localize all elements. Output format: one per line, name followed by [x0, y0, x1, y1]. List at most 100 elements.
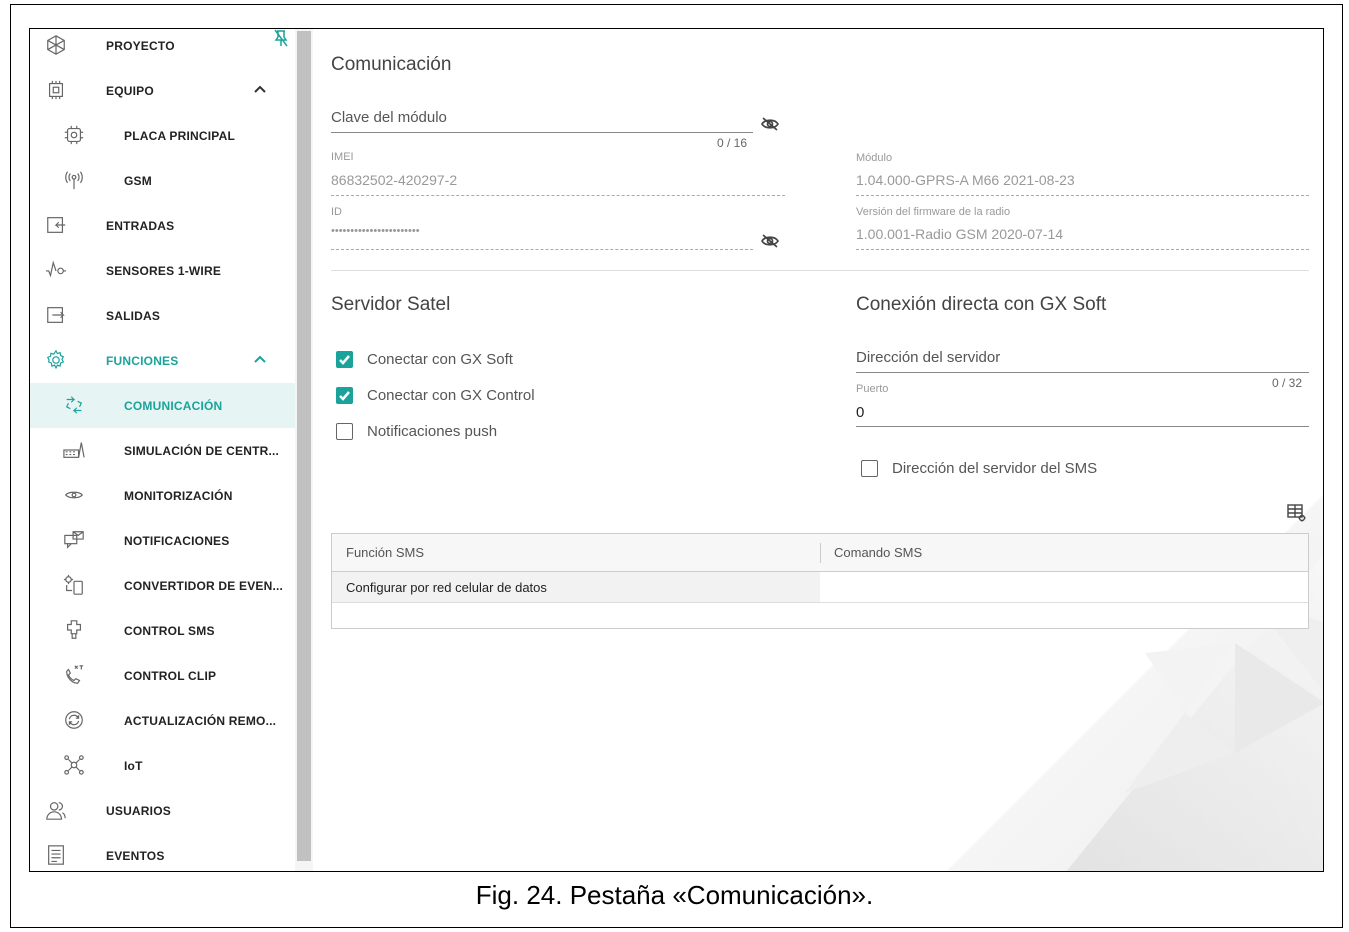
- sidebar-item-funciones[interactable]: FUNCIONES: [30, 338, 295, 383]
- module-key-input[interactable]: Clave del módulo: [331, 109, 447, 126]
- board-icon: [62, 123, 86, 147]
- users-icon: [44, 798, 68, 822]
- sidebar-scrollbar[interactable]: [295, 29, 313, 871]
- sidebar-item-label: GSM: [124, 173, 152, 188]
- table-row[interactable]: Configurar por red celular de datos: [332, 572, 1308, 603]
- id-label: ID: [331, 206, 342, 218]
- sms-icon: [62, 618, 86, 642]
- modulo-value: 1.04.000-GPRS-A M66 2021-08-23: [856, 172, 1075, 188]
- port-underline: [856, 426, 1309, 427]
- module-key-underline: [331, 132, 753, 133]
- column-separator[interactable]: [820, 543, 821, 563]
- sidebar-item-actualizacion[interactable]: ACTUALIZACIÓN REMO...: [30, 698, 295, 743]
- sidebar-item-salidas[interactable]: SALIDAS: [30, 293, 295, 338]
- checkbox-unchecked-icon[interactable]: [861, 460, 878, 477]
- firmware-label: Versión del firmware de la radio: [856, 206, 1011, 218]
- push-notifications-checkbox[interactable]: Notificaciones push: [336, 423, 497, 440]
- sidebar-item-convertidor[interactable]: CONVERTIDOR DE EVEN...: [30, 563, 295, 608]
- eye-off-icon[interactable]: [761, 234, 779, 248]
- sidebar-item-equipo[interactable]: EQUIPO: [30, 68, 295, 113]
- server-address-counter: 0 / 32: [1272, 376, 1303, 390]
- chevron-up-icon[interactable]: [252, 351, 268, 367]
- phone-icon: [62, 663, 86, 687]
- checkbox-label: Notificaciones push: [367, 423, 498, 440]
- direct-connection-title: Conexión directa con GX Soft: [856, 294, 1107, 315]
- checkbox-label: Conectar con GX Soft: [367, 351, 513, 368]
- gx-soft-checkbox[interactable]: Conectar con GX Soft: [336, 351, 513, 368]
- server-address-input[interactable]: Dirección del servidor: [856, 349, 1000, 366]
- firmware-value: 1.00.001-Radio GSM 2020-07-14: [856, 226, 1064, 242]
- port-input[interactable]: 0: [856, 404, 864, 421]
- sms-table: Función SMS Comando SMS Configurar por r…: [331, 533, 1309, 629]
- sidebar-item-sensores[interactable]: SENSORES 1-WIRE: [30, 248, 295, 293]
- sidebar-item-label: CONVERTIDOR DE EVEN...: [124, 578, 284, 593]
- sidebar-item-label: NOTIFICACIONES: [124, 533, 230, 548]
- antenna-icon: [62, 168, 86, 192]
- sidebar-item-control-clip[interactable]: CONTROL CLIP: [30, 653, 295, 698]
- scrollbar-thumb[interactable]: [297, 31, 311, 861]
- sidebar-item-iot[interactable]: IoT: [30, 743, 295, 788]
- sensor-icon: [44, 258, 68, 282]
- port-label: Puerto: [856, 383, 889, 395]
- gear-icon: [44, 348, 68, 372]
- sidebar-item-usuarios[interactable]: USUARIOS: [30, 788, 295, 833]
- eye-icon: [62, 483, 86, 507]
- firmware-underline: [856, 249, 1309, 250]
- checkbox-checked-icon[interactable]: [336, 387, 353, 404]
- unpin-icon[interactable]: [274, 29, 288, 47]
- sidebar-item-label: COMUNICACIÓN: [124, 398, 223, 413]
- sidebar: PROYECTO EQUIPO PLACA PRINCIPAL GSM ENTR…: [30, 29, 295, 871]
- imei-underline: [331, 195, 785, 196]
- sidebar-item-label: PROYECTO: [106, 38, 175, 53]
- checkbox-label: Conectar con GX Control: [367, 387, 535, 404]
- refresh-icon: [62, 708, 86, 732]
- main-panel: Comunicación Clave del módulo 0 / 16 IME…: [313, 29, 1323, 871]
- sidebar-item-label: SALIDAS: [106, 308, 161, 323]
- checkbox-unchecked-icon[interactable]: [336, 423, 353, 440]
- table-cell-function: Configurar por red celular de datos: [346, 580, 547, 595]
- sidebar-item-label: CONTROL CLIP: [124, 668, 217, 683]
- sidebar-item-comunicacion[interactable]: COMUNICACIÓN: [30, 383, 295, 428]
- sidebar-item-simulacion[interactable]: SIMULACIÓN DE CENTR...: [30, 428, 295, 473]
- sidebar-item-label: SIMULACIÓN DE CENTR...: [124, 443, 280, 458]
- sidebar-item-label: USUARIOS: [106, 803, 171, 818]
- chip-icon: [44, 78, 68, 102]
- checkbox-label: Dirección del servidor del SMS: [892, 460, 1098, 477]
- checkbox-checked-icon[interactable]: [336, 351, 353, 368]
- sidebar-item-entradas[interactable]: ENTRADAS: [30, 203, 295, 248]
- table-header: Función SMS Comando SMS: [332, 534, 1308, 572]
- sidebar-item-label: ENTRADAS: [106, 218, 175, 233]
- app-window: PROYECTO EQUIPO PLACA PRINCIPAL GSM ENTR…: [29, 28, 1324, 872]
- input-icon: [44, 213, 68, 237]
- chevron-up-icon[interactable]: [252, 81, 268, 97]
- sms-server-checkbox[interactable]: Dirección del servidor del SMS: [861, 460, 1097, 477]
- page-title: Comunicación: [331, 54, 452, 75]
- output-icon: [44, 303, 68, 327]
- network-icon: [62, 753, 86, 777]
- sidebar-item-label: CONTROL SMS: [124, 623, 215, 638]
- satel-title: Servidor Satel: [331, 294, 451, 315]
- figure-caption: Fig. 24. Pestaña «Comunicación».: [475, 880, 874, 910]
- sidebar-item-control-sms[interactable]: CONTROL SMS: [30, 608, 295, 653]
- sidebar-item-eventos[interactable]: EVENTOS: [30, 833, 295, 871]
- modulo-label: Módulo: [856, 152, 893, 164]
- table-settings-icon[interactable]: [1287, 503, 1307, 523]
- sidebar-item-monitorizacion[interactable]: MONITORIZACIÓN: [30, 473, 295, 518]
- eye-off-icon[interactable]: [761, 117, 779, 131]
- column-header-command[interactable]: Comando SMS: [834, 545, 922, 560]
- imei-value: 86832502-420297-2: [331, 172, 458, 188]
- module-key-counter: 0 / 16: [717, 136, 748, 150]
- column-header-function[interactable]: Función SMS: [346, 545, 424, 560]
- sidebar-item-label: FUNCIONES: [106, 353, 179, 368]
- imei-label: IMEI: [331, 151, 354, 163]
- table-empty-row: [332, 603, 1308, 628]
- sidebar-item-placa-principal[interactable]: PLACA PRINCIPAL: [30, 113, 295, 158]
- section-divider: [331, 270, 1309, 271]
- sidebar-item-notificaciones[interactable]: NOTIFICACIONES: [30, 518, 295, 563]
- sidebar-item-label: PLACA PRINCIPAL: [124, 128, 235, 143]
- sidebar-item-gsm[interactable]: GSM: [30, 158, 295, 203]
- sidebar-item-proyecto[interactable]: PROYECTO: [30, 29, 295, 68]
- sidebar-item-label: SENSORES 1-WIRE: [106, 263, 222, 278]
- message-icon: [62, 528, 86, 552]
- gx-control-checkbox[interactable]: Conectar con GX Control: [336, 387, 535, 404]
